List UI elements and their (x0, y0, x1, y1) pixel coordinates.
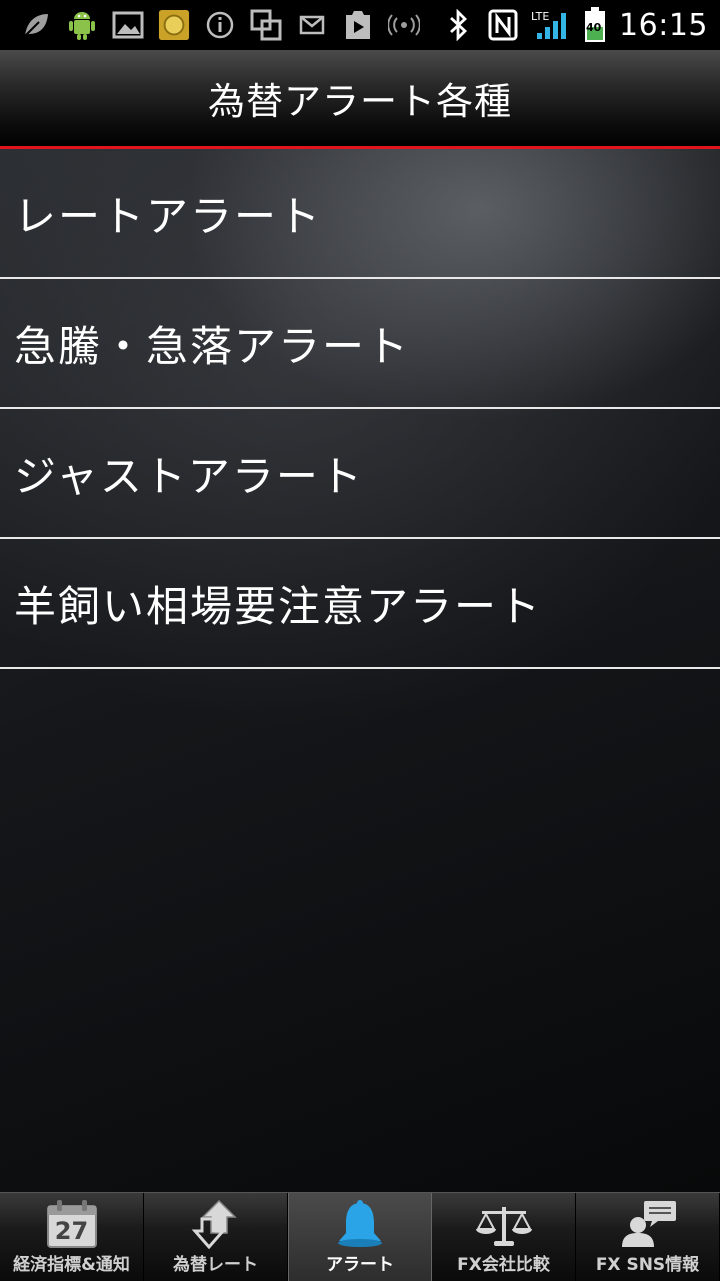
tab-label: FX会社比較 (457, 1255, 550, 1275)
menu-item-label: 羊飼い相場要注意アラート (14, 581, 543, 631)
bell-icon (330, 1198, 390, 1250)
alert-menu-list: レートアラート 急騰・急落アラート ジャストアラート 羊飼い相場要注意アラート (0, 149, 720, 669)
bottom-tab-bar: 27 経済指標&通知 為替レート アラート FX会社比較 FX SNS情報 (0, 1192, 720, 1281)
wireless-icon (388, 9, 420, 41)
tab-label: アラート (326, 1255, 394, 1275)
notification-icons (0, 0, 420, 50)
title-bar: 為替アラート各種 (0, 50, 720, 149)
mail-icon (296, 9, 328, 41)
tab-exchange-rate[interactable]: 為替レート (144, 1193, 288, 1281)
tab-label: 為替レート (173, 1255, 258, 1275)
menu-item-label: ジャストアラート (14, 451, 364, 501)
tab-fx-company-comparison[interactable]: FX会社比較 (432, 1193, 576, 1281)
tab-label: FX SNS情報 (595, 1255, 700, 1275)
menu-item-shepherd-caution-alert[interactable]: 羊飼い相場要注意アラート (0, 539, 720, 669)
play-store-icon (342, 9, 374, 41)
image-icon (112, 9, 144, 41)
page-title: 為替アラート各種 (208, 80, 512, 123)
tab-fx-sns-info[interactable]: FX SNS情報 (576, 1193, 720, 1281)
menu-item-label: 急騰・急落アラート (14, 321, 411, 371)
menu-item-surge-plunge-alert[interactable]: 急騰・急落アラート (0, 279, 720, 409)
system-status: LTE 40 16:15 (443, 0, 708, 50)
network-type-label: LTE (531, 10, 550, 23)
status-bar: LTE 40 16:15 (0, 0, 720, 50)
tab-alert[interactable]: アラート (288, 1193, 432, 1281)
menu-item-label: レートアラート (14, 191, 323, 241)
multi-window-icon (250, 9, 282, 41)
tab-label: 経済指標&通知 (13, 1255, 130, 1275)
content-area: レートアラート 急騰・急落アラート ジャストアラート 羊飼い相場要注意アラート (0, 149, 720, 1192)
leaf-icon (20, 9, 52, 41)
menu-item-rate-alert[interactable]: レートアラート (0, 149, 720, 279)
bluetooth-icon (443, 9, 475, 41)
lte-signal-icon: LTE (531, 9, 571, 41)
calendar-day: 27 (54, 1217, 89, 1245)
android-icon (66, 9, 98, 41)
app-badge-icon (158, 9, 190, 41)
calendar-icon: 27 (42, 1198, 102, 1250)
exchange-arrows-icon (186, 1198, 246, 1250)
menu-item-just-alert[interactable]: ジャストアラート (0, 409, 720, 539)
scale-icon (474, 1198, 534, 1250)
nfc-icon (487, 9, 519, 41)
battery-level: 40 (586, 21, 602, 34)
battery-icon: 40 (583, 7, 607, 42)
clock: 16:15 (619, 7, 708, 43)
info-icon (204, 9, 236, 41)
tab-economic-indicators[interactable]: 27 経済指標&通知 (0, 1193, 144, 1281)
sns-chat-icon (618, 1198, 678, 1250)
